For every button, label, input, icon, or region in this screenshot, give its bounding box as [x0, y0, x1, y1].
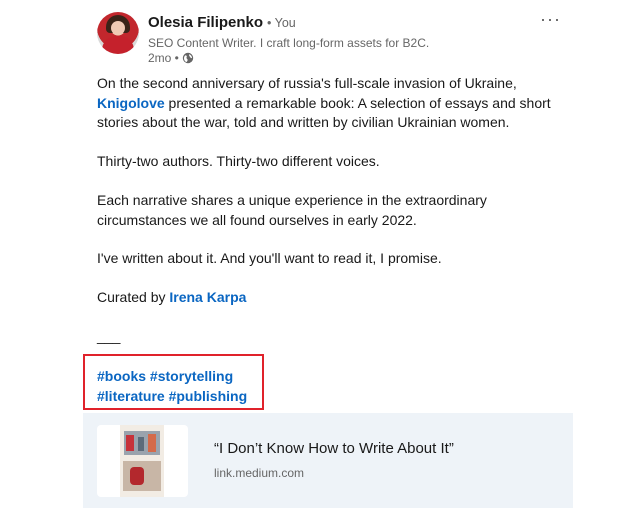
avatar-dress: [102, 36, 134, 54]
cover-shape: [126, 435, 134, 451]
cover-shape: [138, 437, 144, 451]
hashtags-line-2[interactable]: #literature #publishing: [97, 388, 247, 404]
post-paragraph-3: Each narrative shares a unique experienc…: [97, 192, 487, 228]
hashtags-line-1[interactable]: #books #storytelling: [97, 368, 233, 384]
link-preview-card[interactable]: “I Don’t Know How to Write About It” lin…: [83, 413, 573, 508]
link-thumbnail: [97, 425, 188, 497]
globe-icon: [182, 52, 194, 64]
more-options-icon[interactable]: ···: [540, 10, 561, 28]
cover-shape: [130, 467, 144, 485]
author-headline: SEO Content Writer. I craft long-form as…: [148, 36, 430, 50]
post-divider: ___: [97, 328, 121, 344]
paragraph-text: On the second anniversary of russia's fu…: [97, 75, 517, 91]
link-domain: link.medium.com: [214, 466, 305, 480]
post-paragraph-5: Curated by Irena Karpa: [97, 288, 567, 308]
mention-knigolove[interactable]: Knigolove: [97, 95, 165, 111]
cover-shape: [148, 434, 156, 452]
author-avatar[interactable]: [97, 12, 139, 54]
paragraph-text: Curated by: [97, 289, 170, 305]
post-paragraph-2: Thirty-two authors. Thirty-two different…: [97, 153, 380, 169]
author-relation: • You: [267, 16, 296, 30]
avatar-face: [111, 21, 125, 35]
feed-post: Olesia Filipenko • You SEO Content Write…: [0, 0, 624, 520]
post-paragraph-4: I've written about it. And you'll want t…: [97, 250, 442, 266]
author-name[interactable]: Olesia Filipenko: [148, 14, 263, 31]
book-cover-image: [120, 425, 164, 497]
post-time: 2mo •: [148, 51, 179, 65]
post-paragraph-1: On the second anniversary of russia's fu…: [97, 74, 567, 133]
post-meta: 2mo •: [148, 51, 194, 65]
link-title[interactable]: “I Don’t Know How to Write About It”: [214, 440, 454, 457]
paragraph-text: presented a remarkable book: A selection…: [97, 94, 551, 131]
mention-irena-karpa[interactable]: Irena Karpa: [169, 289, 246, 305]
author-name-row: Olesia Filipenko • You: [148, 14, 296, 31]
